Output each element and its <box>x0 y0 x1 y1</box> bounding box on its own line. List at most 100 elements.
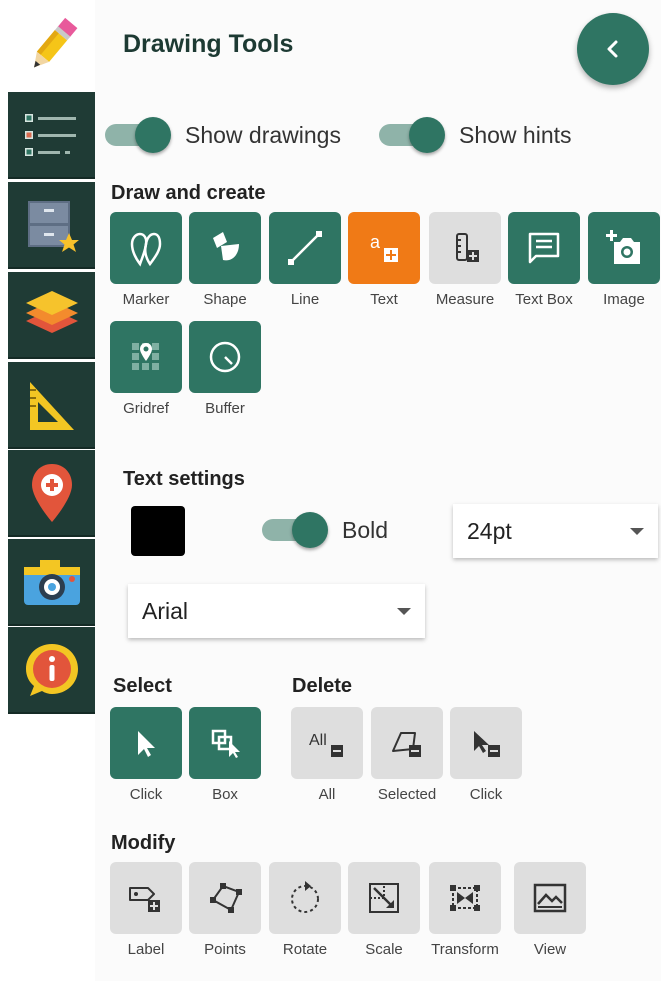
collapse-button[interactable] <box>577 13 649 85</box>
tag-icon <box>129 887 160 912</box>
tool-label: Points <box>204 941 246 958</box>
select-click-button[interactable]: Click <box>110 707 182 803</box>
modify-label-button[interactable]: Label <box>110 862 182 958</box>
tool-label: Label <box>127 941 165 958</box>
box-select-icon <box>211 729 240 758</box>
layers-stack-icon <box>25 290 78 333</box>
toggle-track <box>379 117 445 153</box>
edit-points-icon <box>210 883 242 913</box>
sidebar-item-layers-list[interactable] <box>8 92 95 179</box>
modify-view-button[interactable]: View <box>514 862 586 958</box>
toggle-track <box>262 512 328 548</box>
select-heading: Select <box>113 675 172 697</box>
bold-label: Bold <box>342 516 389 543</box>
text-tool-button[interactable]: a Text <box>348 212 420 308</box>
delete-selected-button[interactable]: Selected <box>371 707 443 803</box>
sidebar-item-snapshot[interactable] <box>8 539 95 626</box>
drawer-star-icon <box>27 200 79 252</box>
toggle-knob <box>409 117 445 153</box>
text-box-tool-button[interactable]: Text Box <box>508 212 580 308</box>
tool-label: Selected <box>377 786 437 803</box>
select-box-button[interactable]: Box <box>189 707 261 803</box>
tool-label: Line <box>290 291 320 308</box>
tool-label: Measure <box>435 291 495 308</box>
tool-label: All <box>318 786 336 803</box>
delete-all-icon-text: All <box>309 732 327 749</box>
shape-tool-button[interactable]: Shape <box>189 212 261 308</box>
toggle-knob <box>135 117 171 153</box>
info-icon <box>25 643 78 696</box>
pencil-logo <box>8 0 95 92</box>
line-icon <box>288 231 322 265</box>
chevron-down-icon <box>397 607 411 615</box>
shape-icon <box>213 232 239 261</box>
set-square-icon <box>29 381 74 430</box>
font-size-select[interactable]: 24pt <box>453 504 658 558</box>
tool-label: Click <box>469 786 503 803</box>
add-photo-icon <box>606 230 640 264</box>
delete-cursor-icon <box>474 731 500 757</box>
camera-icon <box>23 559 80 605</box>
modify-points-button[interactable]: Points <box>189 862 261 958</box>
draw-create-heading: Draw and create <box>111 182 266 204</box>
line-tool-button[interactable]: Line <box>269 212 341 308</box>
modify-scale-button[interactable]: Scale <box>348 862 420 958</box>
tool-label: Shape <box>203 291 247 308</box>
modify-transform-button[interactable]: Transform <box>429 862 501 958</box>
sidebar-item-saved[interactable] <box>8 182 95 269</box>
tool-label: Marker <box>122 291 170 308</box>
map-pin-icon <box>31 463 72 522</box>
sidebar-item-info[interactable] <box>8 627 95 714</box>
sidebar <box>8 0 95 714</box>
font-family-select[interactable]: Arial <box>128 584 425 638</box>
tool-label: Rotate <box>282 941 328 958</box>
image-tool-button[interactable]: Image <box>588 212 660 308</box>
delete-all-icon: All <box>309 732 343 757</box>
sidebar-item-basemaps[interactable] <box>8 272 95 359</box>
gridref-tool-button[interactable]: Gridref <box>110 321 182 417</box>
rotate-icon <box>291 881 319 913</box>
font-size-value: 24pt <box>467 517 512 544</box>
show-drawings-label: Show drawings <box>185 121 341 148</box>
chevron-left-icon <box>607 40 618 58</box>
buffer-icon <box>209 341 241 373</box>
show-hints-toggle[interactable]: Show hints <box>379 117 572 153</box>
transform-icon <box>450 885 480 911</box>
tool-label: Gridref <box>123 400 169 417</box>
measure-tool-button[interactable]: Measure <box>429 212 501 308</box>
svg-text:a: a <box>370 232 381 252</box>
text-box-icon <box>528 232 560 264</box>
tool-label: Text <box>370 291 398 308</box>
tool-label: Transform <box>431 941 499 958</box>
modify-heading: Modify <box>111 832 176 854</box>
tool-label: Image <box>603 291 645 308</box>
delete-all-button[interactable]: All All <box>291 707 363 803</box>
show-hints-label: Show hints <box>459 121 572 148</box>
list-icon <box>24 113 76 156</box>
chevron-down-icon <box>630 527 644 535</box>
scale-icon <box>369 883 399 913</box>
sidebar-item-places[interactable] <box>8 450 95 537</box>
text-color-swatch[interactable] <box>131 506 185 556</box>
tool-label: Box <box>212 786 238 803</box>
tool-label: Scale <box>365 941 403 958</box>
gridref-icon <box>132 343 159 370</box>
toggle-track <box>105 117 171 153</box>
delete-shape-icon <box>392 732 421 757</box>
marker-tool-button[interactable]: Marker <box>110 212 182 308</box>
bold-toggle[interactable]: Bold <box>262 512 388 548</box>
sidebar-item-measure[interactable] <box>8 362 95 449</box>
toggle-knob <box>292 512 328 548</box>
cursor-icon <box>138 731 155 757</box>
modify-rotate-button[interactable]: Rotate <box>269 862 341 958</box>
tool-label: Click <box>129 786 163 803</box>
show-drawings-toggle[interactable]: Show drawings <box>105 117 341 153</box>
tool-label: Text Box <box>515 291 573 308</box>
buffer-tool-button[interactable]: Buffer <box>189 321 261 417</box>
text-settings-heading: Text settings <box>123 468 245 490</box>
image-view-icon <box>533 883 567 913</box>
tool-label: Buffer <box>205 400 245 417</box>
tool-label: View <box>533 941 567 958</box>
delete-click-button[interactable]: Click <box>450 707 522 803</box>
delete-heading: Delete <box>292 675 353 697</box>
